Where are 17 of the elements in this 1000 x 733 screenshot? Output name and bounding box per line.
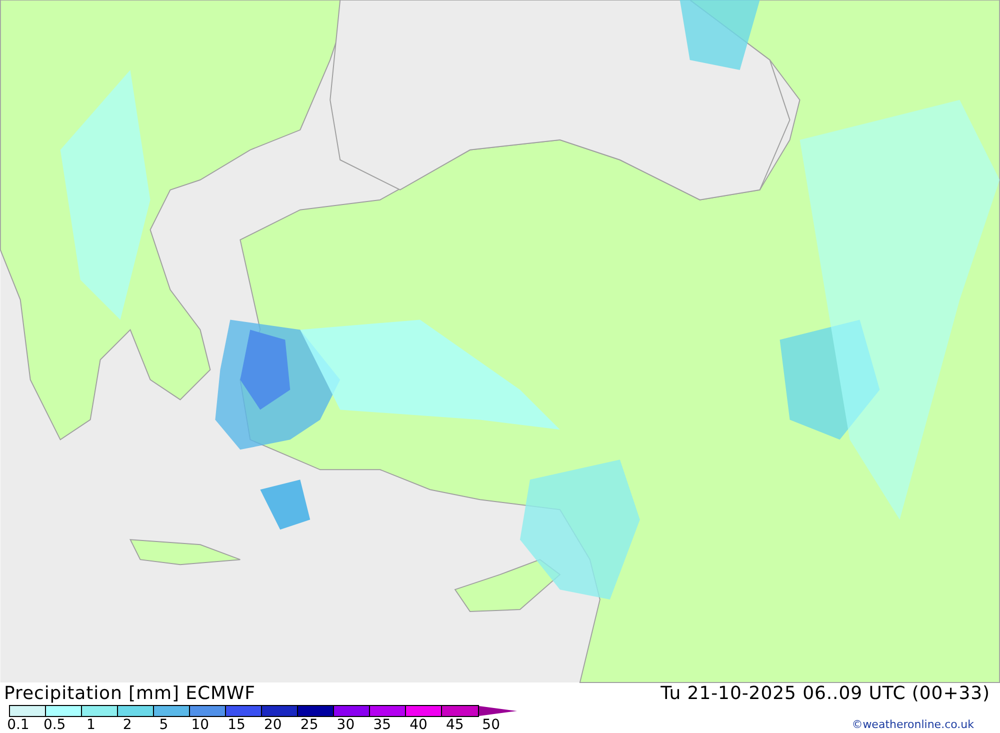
legend-label: 0.5 bbox=[42, 716, 67, 732]
copyright-link[interactable]: ©weatheronline.co.uk bbox=[852, 716, 974, 733]
valid-time: Tu 21-10-2025 06..09 UTC (00+33) bbox=[660, 682, 990, 704]
legend-label: 20 bbox=[263, 716, 283, 732]
legend-label: 0.1 bbox=[6, 716, 30, 732]
map-title: Precipitation [mm] ECMWF bbox=[4, 682, 256, 704]
legend-label: 2 bbox=[122, 716, 133, 732]
legend-label: 45 bbox=[444, 716, 465, 732]
legend-label: 35 bbox=[372, 716, 392, 732]
legend-label: 30 bbox=[336, 716, 356, 732]
legend-label: 50 bbox=[481, 716, 501, 732]
legend-label: 5 bbox=[158, 716, 170, 732]
legend-label: 1 bbox=[86, 716, 96, 732]
legend-label: 15 bbox=[226, 716, 246, 732]
legend-label: 40 bbox=[408, 716, 428, 732]
legend-label: 25 bbox=[299, 716, 320, 732]
legend-label: 10 bbox=[190, 716, 210, 732]
